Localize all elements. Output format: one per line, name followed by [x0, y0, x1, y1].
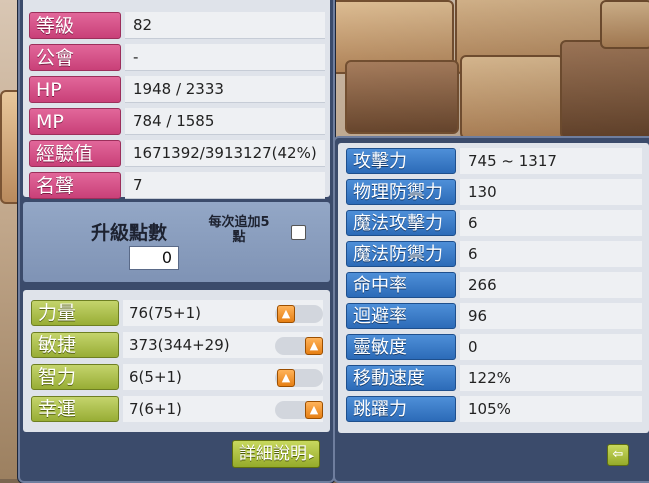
increase-int-button[interactable]: ▲ [277, 369, 295, 387]
auto-assign-label: 每次追加5 點 [208, 215, 270, 245]
back-arrow-icon: ⇦ [612, 447, 624, 462]
detail-button[interactable]: 詳細說明 ▸ [232, 440, 320, 468]
stat-value: 1948 / 2333 [125, 76, 325, 103]
detail-label: 靈敏度 [346, 334, 456, 360]
detail-row-avoid: 迴避率 96 [346, 303, 642, 331]
stat-value: - [125, 44, 325, 71]
detail-value: 105% [460, 396, 642, 422]
detail-label: 魔法攻擊力 [346, 210, 456, 236]
stat-value: 7 [125, 172, 325, 199]
detail-row-jump: 跳躍力 105% [346, 396, 642, 424]
detail-value: 6 [460, 210, 642, 236]
arrow-right-icon: ▸ [309, 451, 315, 462]
detail-row-hands: 靈敏度 0 [346, 334, 642, 362]
collapse-back-button[interactable]: ⇦ [607, 444, 629, 466]
stat-row-mp: MP 784 / 1585 [29, 108, 325, 137]
detail-value: 266 [460, 272, 642, 298]
primary-stat-row-dex: 敏捷 373(344+29) ▲ [31, 332, 327, 360]
basic-stats-panel: 等級 82 公會 - HP 1948 / 2333 MP 784 / 1585 … [23, 0, 330, 199]
stat-label: 力量 [31, 300, 119, 326]
detail-value: 96 [460, 303, 642, 329]
stat-row-exp: 經驗值 1671392/3913127(42%) [29, 140, 325, 169]
increase-dex-button[interactable]: ▲ [305, 337, 323, 355]
primary-stat-row-str: 力量 76(75+1) ▲ [31, 300, 327, 328]
detail-value: 745 ~ 1317 [460, 148, 642, 174]
ability-points-title: 升級點數 [91, 222, 168, 244]
detail-row-attack: 攻擊力 745 ~ 1317 [346, 148, 642, 176]
stat-label: 敏捷 [31, 332, 119, 358]
stat-row-hp: HP 1948 / 2333 [29, 76, 325, 105]
detail-label: 攻擊力 [346, 148, 456, 174]
stat-label: 等級 [29, 12, 121, 39]
detail-label: 迴避率 [346, 303, 456, 329]
auto-assign-checkbox[interactable] [291, 225, 306, 240]
detail-row-magic-def: 魔法防禦力 6 [346, 241, 642, 269]
detail-row-accuracy: 命中率 266 [346, 272, 642, 300]
stat-row-fame: 名聲 7 [29, 172, 325, 201]
detail-label: 移動速度 [346, 365, 456, 391]
detail-stat-window: 攻擊力 745 ~ 1317 物理防禦力 130 魔法攻擊力 6 魔法防禦力 6… [333, 136, 649, 483]
detail-row-speed: 移動速度 122% [346, 365, 642, 393]
detail-value: 6 [460, 241, 642, 267]
primary-stats-panel: 力量 76(75+1) ▲ 敏捷 373(344+29) ▲ 智力 6(5+1)… [23, 290, 330, 432]
ability-points-box: 升級點數 0 每次追加5 點 [23, 202, 330, 282]
stat-value: 784 / 1585 [125, 108, 325, 135]
detail-label: 命中率 [346, 272, 456, 298]
detail-row-magic-atk: 魔法攻擊力 6 [346, 210, 642, 238]
detail-label: 跳躍力 [346, 396, 456, 422]
stat-label: 幸運 [31, 396, 119, 422]
detail-row-phys-def: 物理防禦力 130 [346, 179, 642, 207]
detail-value: 130 [460, 179, 642, 205]
detail-label: 魔法防禦力 [346, 241, 456, 267]
detail-label: 物理防禦力 [346, 179, 456, 205]
stat-row-guild: 公會 - [29, 44, 325, 73]
increase-str-button[interactable]: ▲ [277, 305, 295, 323]
stat-value: 1671392/3913127(42%) [125, 140, 325, 167]
stat-label: HP [29, 76, 121, 103]
stat-label: 智力 [31, 364, 119, 390]
ability-points-value: 0 [129, 246, 179, 270]
stat-value: 82 [125, 12, 325, 39]
detail-stats-panel: 攻擊力 745 ~ 1317 物理防禦力 130 魔法攻擊力 6 魔法防禦力 6… [338, 143, 649, 433]
stat-label: 經驗值 [29, 140, 121, 167]
primary-stat-row-int: 智力 6(5+1) ▲ [31, 364, 327, 392]
character-stat-window: 等級 82 公會 - HP 1948 / 2333 MP 784 / 1585 … [18, 0, 335, 483]
detail-value: 122% [460, 365, 642, 391]
stat-label: MP [29, 108, 121, 135]
detail-value: 0 [460, 334, 642, 360]
increase-luk-button[interactable]: ▲ [305, 401, 323, 419]
stat-row-level: 等級 82 [29, 12, 325, 41]
primary-stat-row-luk: 幸運 7(6+1) ▲ [31, 396, 327, 424]
stat-label: 名聲 [29, 172, 121, 199]
stat-label: 公會 [29, 44, 121, 71]
